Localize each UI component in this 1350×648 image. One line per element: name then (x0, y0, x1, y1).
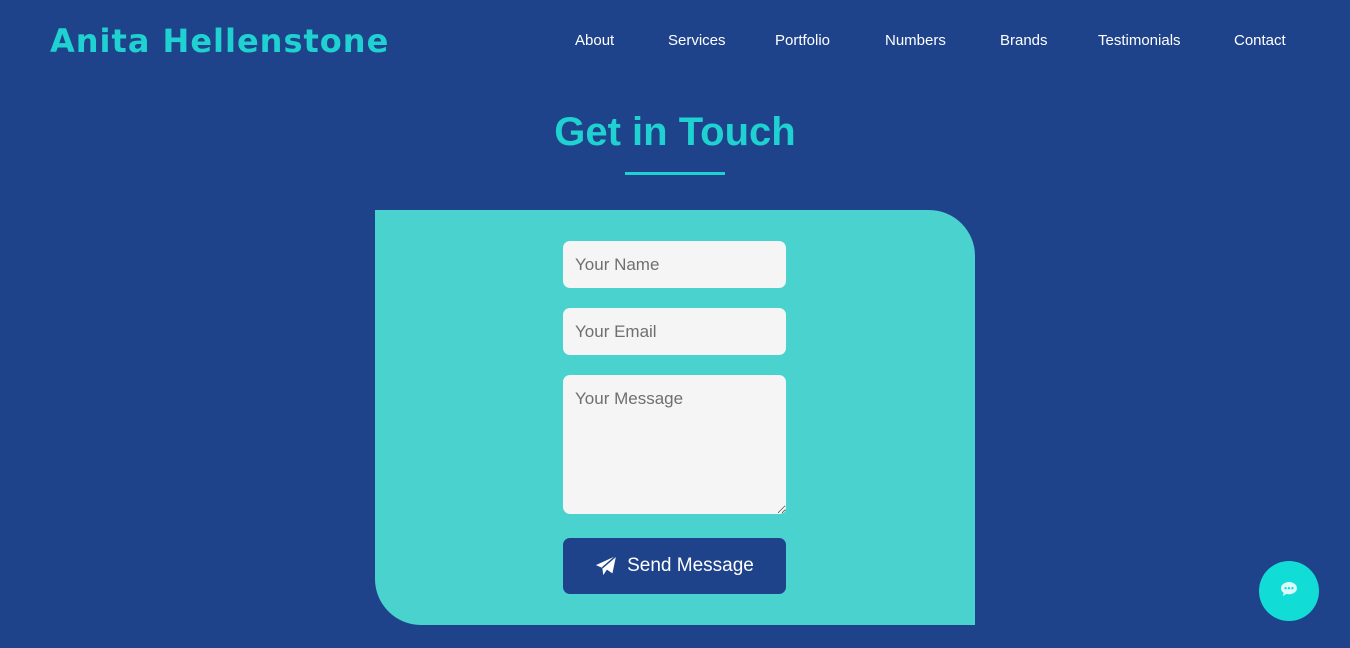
nav-link-portfolio[interactable]: Portfolio (775, 32, 830, 49)
contact-form-card: Send Message (375, 210, 975, 625)
nav-link-contact[interactable]: Contact (1234, 32, 1286, 49)
nav-link-testimonials[interactable]: Testimonials (1098, 32, 1181, 49)
site-logo-text[interactable]: Anita Hellenstone (50, 22, 389, 60)
send-message-label: Send Message (627, 555, 754, 576)
nav-link-numbers[interactable]: Numbers (885, 32, 946, 49)
section-title: Get in Touch (554, 110, 796, 154)
chat-bubble-icon (1280, 581, 1298, 602)
paper-plane-icon (595, 555, 617, 577)
send-message-button[interactable]: Send Message (563, 538, 786, 594)
nav-link-about[interactable]: About (575, 32, 614, 49)
name-input[interactable] (563, 241, 786, 288)
email-input[interactable] (563, 308, 786, 355)
nav-link-brands[interactable]: Brands (1000, 32, 1048, 49)
title-underline (625, 172, 725, 175)
nav-link-services[interactable]: Services (668, 32, 726, 49)
message-textarea[interactable] (563, 375, 786, 514)
page: Anita Hellenstone About Services Portfol… (0, 0, 1350, 648)
chat-widget-button[interactable] (1259, 561, 1319, 621)
